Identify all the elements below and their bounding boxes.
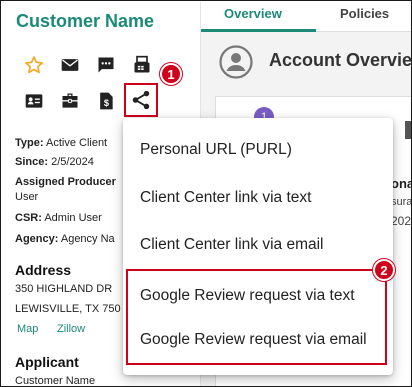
app-frame: Customer Name $ 1 Type: Active Client Si… — [0, 0, 412, 387]
menu-item-purl[interactable]: Personal URL (PURL) — [140, 141, 292, 159]
info-agency: Agency: Agency Na — [15, 233, 115, 245]
account-overview-title: Account Overvie — [269, 50, 412, 70]
info-csr: CSR: Admin User — [15, 212, 102, 224]
zillow-link[interactable]: Zillow — [57, 323, 85, 335]
peek-text-3: 202 — [391, 214, 412, 228]
svg-text:$: $ — [104, 98, 109, 108]
star-icon[interactable] — [23, 54, 45, 76]
peek-text-2: sura — [391, 196, 412, 208]
map-link[interactable]: Map — [17, 323, 38, 335]
share-icon — [132, 90, 150, 110]
info-producer-label: Assigned Producer — [15, 176, 116, 188]
callout-badge-2: 2 — [373, 259, 395, 281]
applicant-heading: Applicant — [15, 354, 79, 370]
callout-badge-1: 1 — [160, 63, 182, 85]
briefcase-icon[interactable] — [59, 90, 81, 112]
google-review-highlight — [126, 269, 387, 365]
fax-icon[interactable] — [131, 54, 153, 76]
info-since: Since: 2/5/2024 — [15, 156, 94, 168]
address-line1: 350 HIGHLAND DR — [15, 283, 113, 295]
tab-bar: Overview Policies — [201, 2, 411, 32]
address-line2: LEWISVILLE, TX 750 — [15, 303, 121, 315]
card-icon-peek — [405, 121, 411, 139]
share-button[interactable] — [124, 83, 158, 117]
user-avatar-icon — [219, 45, 253, 79]
active-tab-indicator — [201, 29, 316, 32]
contact-card-icon[interactable] — [23, 90, 45, 112]
customer-name: Customer Name — [16, 11, 155, 31]
account-header: Account Overvie — [201, 33, 412, 91]
tab-overview[interactable]: Overview — [224, 6, 282, 21]
chat-icon[interactable] — [95, 54, 117, 76]
info-type: Type: Active Client — [15, 137, 108, 149]
menu-item-client-center-text[interactable]: Client Center link via text — [140, 189, 311, 207]
peek-text-1: ona — [391, 176, 412, 191]
email-icon[interactable] — [59, 54, 81, 76]
applicant-name: Customer Name — [15, 375, 96, 387]
info-producer-value: User — [15, 191, 39, 203]
menu-item-client-center-email[interactable]: Client Center link via email — [140, 236, 324, 254]
tab-policies[interactable]: Policies — [340, 6, 389, 21]
dollar-document-icon[interactable]: $ — [95, 90, 117, 112]
address-heading: Address — [15, 262, 72, 278]
